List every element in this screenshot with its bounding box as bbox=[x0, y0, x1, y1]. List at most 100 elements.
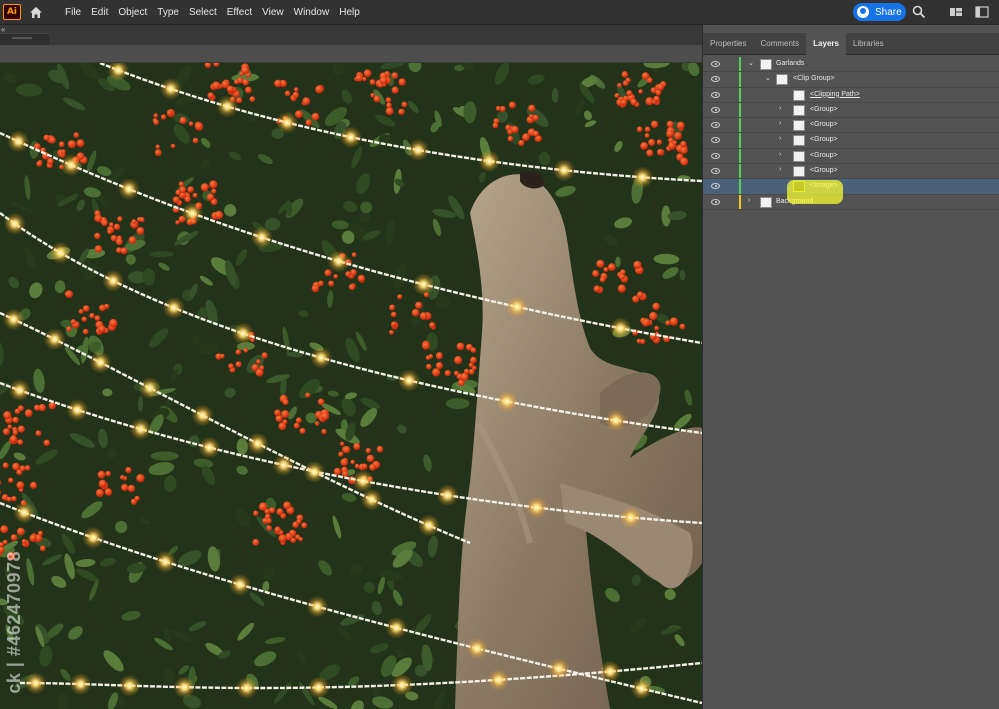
berry bbox=[266, 525, 272, 531]
berry bbox=[16, 481, 25, 490]
berry bbox=[30, 481, 37, 489]
collapsed-chevron-icon[interactable]: › bbox=[779, 166, 781, 173]
berry bbox=[188, 121, 194, 126]
tab-layers[interactable]: Layers bbox=[806, 33, 846, 55]
arrange-documents-icon[interactable] bbox=[949, 5, 963, 19]
visibility-eye-icon[interactable] bbox=[711, 122, 720, 129]
visibility-eye-icon[interactable] bbox=[711, 61, 720, 67]
berry bbox=[318, 280, 324, 287]
layer-row[interactable]: › <Group> bbox=[703, 118, 999, 134]
garland-light bbox=[8, 379, 31, 402]
expanded-chevron-icon[interactable]: ⌄ bbox=[765, 74, 771, 82]
collapsed-chevron-icon[interactable]: › bbox=[779, 135, 781, 142]
layer-thumbnail bbox=[793, 135, 805, 147]
search-icon[interactable] bbox=[912, 5, 926, 19]
menu-select[interactable]: Select bbox=[184, 0, 222, 25]
berry bbox=[522, 133, 530, 141]
berry bbox=[338, 451, 344, 457]
menu-view[interactable]: View bbox=[257, 0, 289, 25]
visibility-eye-icon[interactable] bbox=[711, 183, 720, 190]
expanded-chevron-icon[interactable]: ⌄ bbox=[748, 59, 754, 67]
berry bbox=[200, 183, 209, 192]
berry bbox=[351, 252, 357, 257]
workspace-switcher-icon[interactable] bbox=[975, 5, 989, 19]
document-tab[interactable] bbox=[0, 33, 49, 45]
berry bbox=[278, 422, 287, 431]
menu-effect[interactable]: Effect bbox=[222, 0, 257, 25]
layer-row[interactable]: ⌄ <Clip Group> bbox=[703, 72, 999, 88]
berry bbox=[120, 247, 128, 255]
layer-color-bar bbox=[739, 148, 741, 164]
garland-light bbox=[398, 369, 420, 392]
garland-light bbox=[2, 308, 25, 331]
garland-light bbox=[198, 436, 221, 459]
berry bbox=[94, 232, 101, 240]
berry bbox=[614, 93, 620, 98]
garland-light bbox=[487, 668, 510, 691]
berry bbox=[179, 116, 187, 125]
layer-row[interactable]: <Clipping Path> bbox=[703, 87, 999, 103]
layer-row[interactable]: › <Group> bbox=[703, 148, 999, 165]
layer-row[interactable]: › <Group> bbox=[703, 102, 999, 119]
layer-row[interactable]: › <Group> bbox=[703, 133, 999, 149]
menu-edit[interactable]: Edit bbox=[86, 0, 113, 25]
berry bbox=[99, 304, 106, 312]
menu-object[interactable]: Object bbox=[113, 0, 152, 25]
visibility-eye-icon[interactable] bbox=[711, 106, 720, 113]
collapsed-chevron-icon[interactable]: › bbox=[748, 197, 750, 204]
berry bbox=[274, 409, 281, 417]
menu-help[interactable]: Help bbox=[334, 0, 365, 25]
tab-libraries[interactable]: Libraries bbox=[846, 33, 891, 55]
share-button[interactable]: Share bbox=[853, 3, 906, 21]
berry bbox=[128, 236, 137, 244]
visibility-eye-icon[interactable] bbox=[711, 76, 720, 83]
layer-row[interactable]: ›Background bbox=[703, 194, 999, 210]
berry bbox=[98, 479, 107, 488]
berry bbox=[320, 412, 329, 421]
berry bbox=[389, 330, 394, 335]
garland-light bbox=[216, 95, 239, 118]
layer-row[interactable]: ⌄ Garlands bbox=[703, 57, 999, 73]
tab-comments[interactable]: Comments bbox=[753, 33, 806, 55]
tab-properties[interactable]: Properties bbox=[703, 33, 753, 55]
garland-light bbox=[385, 616, 408, 639]
menu-bar: Ai File Edit Object Type Select Effect V… bbox=[0, 0, 999, 25]
berry bbox=[389, 304, 396, 311]
berry bbox=[109, 222, 114, 227]
menu-type[interactable]: Type bbox=[152, 0, 184, 25]
menu-file[interactable]: File bbox=[60, 0, 86, 25]
visibility-eye-icon[interactable] bbox=[711, 91, 720, 98]
menu-window[interactable]: Window bbox=[289, 0, 335, 25]
berry bbox=[640, 338, 646, 345]
berry bbox=[625, 77, 631, 83]
artboard-canvas[interactable]: ck | #462470978 bbox=[0, 63, 702, 709]
collapsed-chevron-icon[interactable]: › bbox=[779, 120, 781, 127]
collapsed-chevron-icon[interactable]: › bbox=[779, 105, 781, 112]
berry bbox=[249, 96, 256, 102]
berry bbox=[58, 141, 65, 148]
berry bbox=[680, 157, 689, 166]
berry bbox=[94, 214, 103, 223]
layer-thumbnail bbox=[760, 59, 772, 70]
home-icon[interactable] bbox=[27, 3, 45, 21]
garland-light bbox=[630, 677, 653, 700]
berry bbox=[468, 368, 475, 375]
collapsed-chevron-icon[interactable]: › bbox=[779, 151, 781, 158]
layer-row[interactable]: › <Group> bbox=[703, 164, 999, 180]
visibility-eye-icon[interactable] bbox=[711, 137, 720, 144]
berry bbox=[305, 392, 311, 398]
garland-light bbox=[306, 595, 329, 618]
berry bbox=[379, 76, 388, 85]
berry bbox=[243, 348, 249, 353]
layer-thumbnail bbox=[793, 166, 805, 178]
berry bbox=[235, 361, 242, 368]
berry bbox=[444, 370, 451, 377]
visibility-eye-icon[interactable] bbox=[711, 152, 720, 159]
berry bbox=[391, 311, 397, 318]
visibility-eye-icon[interactable] bbox=[711, 198, 720, 205]
garland-light bbox=[307, 676, 330, 699]
berry bbox=[261, 352, 268, 359]
layer-row[interactable]: <Image> bbox=[703, 179, 999, 195]
visibility-eye-icon[interactable] bbox=[711, 168, 720, 175]
berry bbox=[618, 273, 625, 280]
